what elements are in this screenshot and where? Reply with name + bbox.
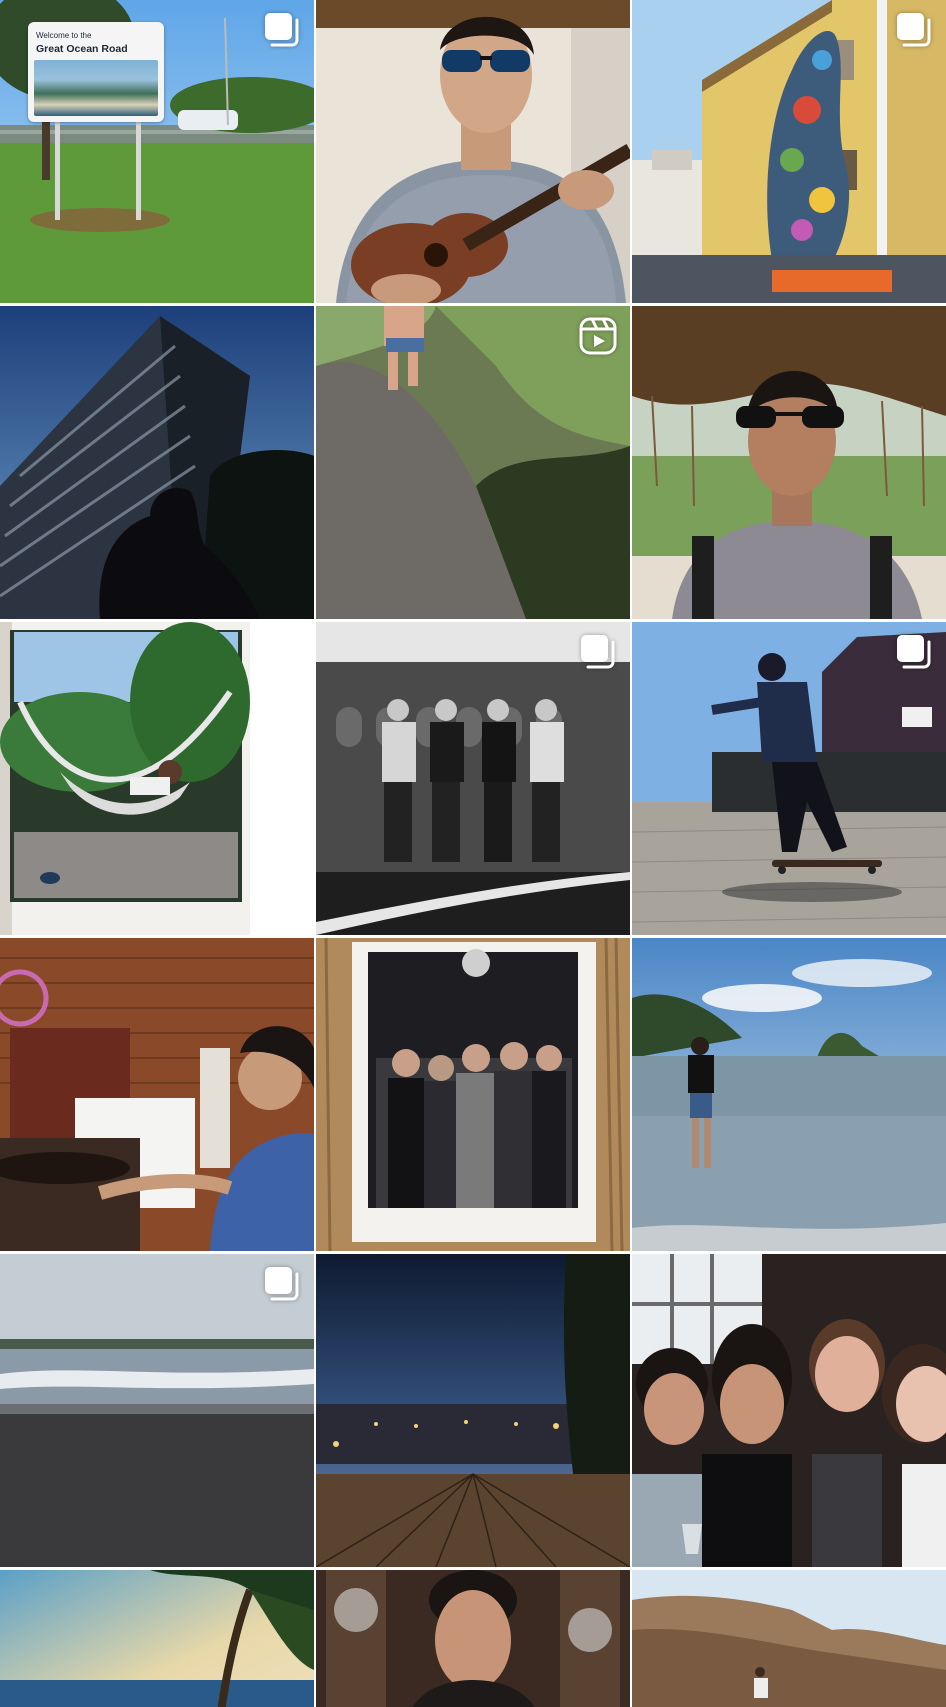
reel-icon [579,317,617,355]
multiple-posts-icon [897,635,931,669]
post-image [316,938,630,1251]
post-image [632,1254,946,1567]
post-tile-dusk-boardwalk[interactable] [316,1254,630,1567]
multiple-posts-icon [265,1267,299,1301]
post-tile-ukulele-portrait[interactable] [316,0,630,303]
post-tile-great-ocean-road[interactable]: Welcome to the Great Ocean Road [0,0,314,303]
post-tile-drummer[interactable] [0,938,314,1251]
post-tile-cabinet-portrait[interactable] [316,1570,630,1707]
post-tile-polaroid-friends[interactable] [316,938,630,1251]
profile-post-grid: Welcome to the Great Ocean Road [0,0,946,1707]
post-tile-tower-silhouette[interactable] [0,306,314,619]
post-tile-longboard[interactable] [632,622,946,935]
post-tile-hut-selfie[interactable] [632,306,946,619]
post-tile-cliff-climb[interactable] [316,306,630,619]
post-image [0,938,314,1251]
post-image [316,1570,630,1707]
post-image [0,622,314,935]
post-tile-street-sculpture[interactable] [632,0,946,303]
welcome-sign: Welcome to the Great Ocean Road [28,22,164,122]
post-image [632,938,946,1251]
multiple-posts-icon [265,13,299,47]
sign-photo [34,60,158,116]
post-image [632,1570,946,1707]
post-tile-family-dinner[interactable] [632,1254,946,1567]
post-tile-ocean-shore[interactable] [0,1254,314,1567]
multiple-posts-icon [581,635,615,669]
sign-line-2: Great Ocean Road [36,43,128,55]
sign-line-1: Welcome to the [36,31,92,40]
post-image [632,306,946,619]
post-image [0,306,314,619]
post-tile-band-group[interactable] [316,622,630,935]
post-tile-hammock-photo[interactable] [0,622,314,935]
post-image [316,1254,630,1567]
post-tile-beach-wading[interactable] [632,938,946,1251]
post-image [0,1570,314,1707]
post-tile-palm-sea[interactable] [0,1570,314,1707]
multiple-posts-icon [897,13,931,47]
post-tile-canyon[interactable] [632,1570,946,1707]
post-image [316,0,630,303]
